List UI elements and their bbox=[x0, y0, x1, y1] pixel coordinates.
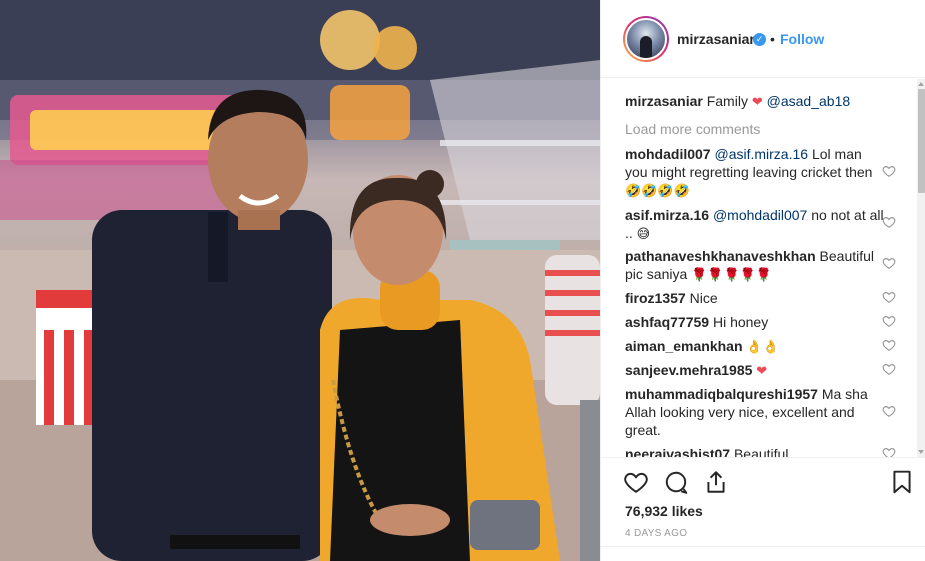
comment-emoji: ❤ bbox=[756, 364, 768, 379]
caption-mention[interactable]: @asad_ab18 bbox=[767, 93, 851, 109]
comment-username[interactable]: pathanaveshkhanaveshkhan bbox=[625, 248, 816, 264]
caption: mirzasaniar Family ❤ @asad_ab18 bbox=[625, 92, 887, 112]
comment-username[interactable]: firoz1357 bbox=[625, 290, 686, 306]
comment-item: ashfaq77759 Hi honey bbox=[625, 313, 887, 331]
like-comment-icon[interactable] bbox=[882, 164, 896, 178]
scrollbar-thumb[interactable] bbox=[918, 89, 925, 193]
comments-scrollbar[interactable] bbox=[917, 79, 925, 457]
comment-mention[interactable]: @asif.mirza.16 bbox=[714, 146, 808, 162]
comment-text: Nice bbox=[689, 290, 718, 306]
caption-text: Family bbox=[706, 93, 748, 109]
comment-item: asif.mirza.16 @mohdadil007 no not at all… bbox=[625, 206, 887, 244]
add-comment-divider bbox=[601, 546, 925, 547]
post-side-panel: mirzasaniar ✓ • Follow mirzasaniar Famil… bbox=[600, 0, 925, 561]
comment-text: Beautiful bbox=[733, 446, 789, 457]
comments-list[interactable]: mirzasaniar Family ❤ @asad_ab18 Load mor… bbox=[601, 79, 925, 457]
comment-item: sanjeev.mehra1985 ❤ bbox=[625, 361, 887, 381]
caption-username[interactable]: mirzasaniar bbox=[625, 93, 703, 109]
post-timestamp[interactable]: 4 DAYS AGO bbox=[625, 528, 687, 539]
like-comment-icon[interactable] bbox=[882, 290, 896, 304]
comment-emoji: 😅 bbox=[636, 227, 651, 242]
comment-username[interactable]: asif.mirza.16 bbox=[625, 207, 709, 223]
header-separator: • bbox=[770, 31, 775, 47]
comment-icon[interactable] bbox=[663, 469, 689, 495]
like-comment-icon[interactable] bbox=[882, 404, 896, 418]
comment-mention[interactable]: @mohdadil007 bbox=[713, 207, 807, 223]
post-photo[interactable] bbox=[0, 0, 600, 561]
comment-item: firoz1357 Nice bbox=[625, 289, 887, 307]
comment-emoji: 👌👌 bbox=[746, 340, 779, 355]
comment-item: pathanaveshkhanaveshkhan Beautiful pic s… bbox=[625, 247, 887, 285]
comment-item: neerajvashist07 Beautiful bbox=[625, 445, 887, 457]
scroll-up-arrow-icon[interactable] bbox=[918, 82, 924, 86]
like-comment-icon[interactable] bbox=[882, 314, 896, 328]
like-comment-icon[interactable] bbox=[882, 215, 896, 229]
like-comment-icon[interactable] bbox=[882, 446, 896, 457]
comment-username[interactable]: mohdadil007 bbox=[625, 146, 711, 162]
comment-item: aiman_emankhan 👌👌 bbox=[625, 337, 887, 357]
scroll-down-arrow-icon[interactable] bbox=[918, 450, 924, 454]
comment-username[interactable]: sanjeev.mehra1985 bbox=[625, 362, 752, 378]
likes-count[interactable]: 76,932 likes bbox=[625, 503, 703, 519]
like-comment-icon[interactable] bbox=[882, 362, 896, 376]
avatar-image bbox=[625, 18, 667, 60]
share-icon[interactable] bbox=[703, 469, 729, 495]
like-comment-icon[interactable] bbox=[882, 338, 896, 352]
follow-button[interactable]: Follow bbox=[780, 31, 824, 47]
comment-username[interactable]: aiman_emankhan bbox=[625, 338, 743, 354]
comment-text: Hi honey bbox=[712, 314, 769, 330]
post-header: mirzasaniar ✓ • Follow bbox=[601, 0, 925, 78]
author-username[interactable]: mirzasaniar bbox=[677, 31, 755, 47]
post-actions: 76,932 likes 4 DAYS AGO bbox=[601, 457, 925, 561]
red-heart-icon: ❤ bbox=[751, 95, 763, 110]
author-avatar[interactable] bbox=[623, 16, 669, 62]
comment-username[interactable]: muhammadiqbalqureshi1957 bbox=[625, 386, 818, 402]
comment-username[interactable]: neerajvashist07 bbox=[625, 446, 730, 457]
comment-emoji: 🤣🤣🤣🤣 bbox=[625, 184, 690, 199]
comment-item: muhammadiqbalqureshi1957 Ma sha Allah lo… bbox=[625, 385, 887, 439]
comment-item: mohdadil007 @asif.mirza.16 Lol man you m… bbox=[625, 145, 887, 201]
verified-badge-icon: ✓ bbox=[753, 33, 766, 46]
photo-illustration bbox=[0, 0, 600, 561]
like-icon[interactable] bbox=[623, 469, 649, 495]
like-comment-icon[interactable] bbox=[882, 256, 896, 270]
bookmark-icon[interactable] bbox=[889, 469, 915, 495]
comment-username[interactable]: ashfaq77759 bbox=[625, 314, 709, 330]
comment-emoji: 🌹🌹🌹🌹🌹 bbox=[691, 268, 773, 283]
load-more-comments-button[interactable]: Load more comments bbox=[625, 121, 760, 137]
